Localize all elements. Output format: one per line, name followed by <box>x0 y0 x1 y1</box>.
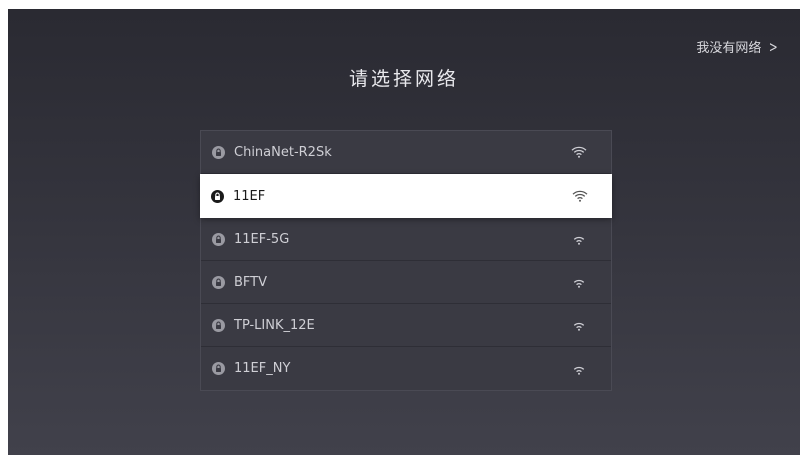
network-row-0[interactable]: ChinaNet-R2Sk <box>201 131 611 174</box>
chevron-right-icon: > <box>769 37 779 56</box>
page-title: 请选择网络 <box>348 68 459 90</box>
wifi-icon <box>571 233 587 245</box>
wifi-icon <box>571 276 587 288</box>
wifi-icon <box>572 190 588 202</box>
network-row-5[interactable]: 11EF_NY <box>201 347 611 390</box>
lock-icon <box>212 362 225 375</box>
network-ssid: BFTV <box>234 274 268 290</box>
network-setup-screen: 我没有网络 > 请选择网络 ChinaNet-R2Sk 11EF 11EF-5G… <box>8 9 800 455</box>
wifi-icon <box>571 363 587 375</box>
lock-icon <box>212 318 225 332</box>
network-row-2[interactable]: 11EF-5G <box>201 218 611 261</box>
lock-icon <box>212 145 225 159</box>
wifi-icon <box>571 319 587 331</box>
network-row-4[interactable]: TP-LINK_12E <box>201 304 611 347</box>
network-ssid: 11EF <box>233 188 266 204</box>
lock-icon <box>211 189 224 203</box>
no-network-link[interactable]: 我没有网络 > <box>696 37 780 57</box>
network-ssid: 11EF_NY <box>234 361 291 376</box>
network-row-3[interactable]: BFTV <box>201 261 611 304</box>
lock-icon <box>212 275 225 289</box>
wifi-icon <box>571 146 587 158</box>
network-ssid: 11EF-5G <box>234 231 290 247</box>
lock-icon <box>212 232 225 246</box>
network-row-1[interactable]: 11EF <box>200 174 612 218</box>
no-network-label: 我没有网络 <box>696 41 762 56</box>
network-list: ChinaNet-R2Sk 11EF 11EF-5G BFTV TP-LINK_… <box>200 130 612 391</box>
network-ssid: TP-LINK_12E <box>234 317 315 333</box>
network-ssid: ChinaNet-R2Sk <box>234 144 332 160</box>
